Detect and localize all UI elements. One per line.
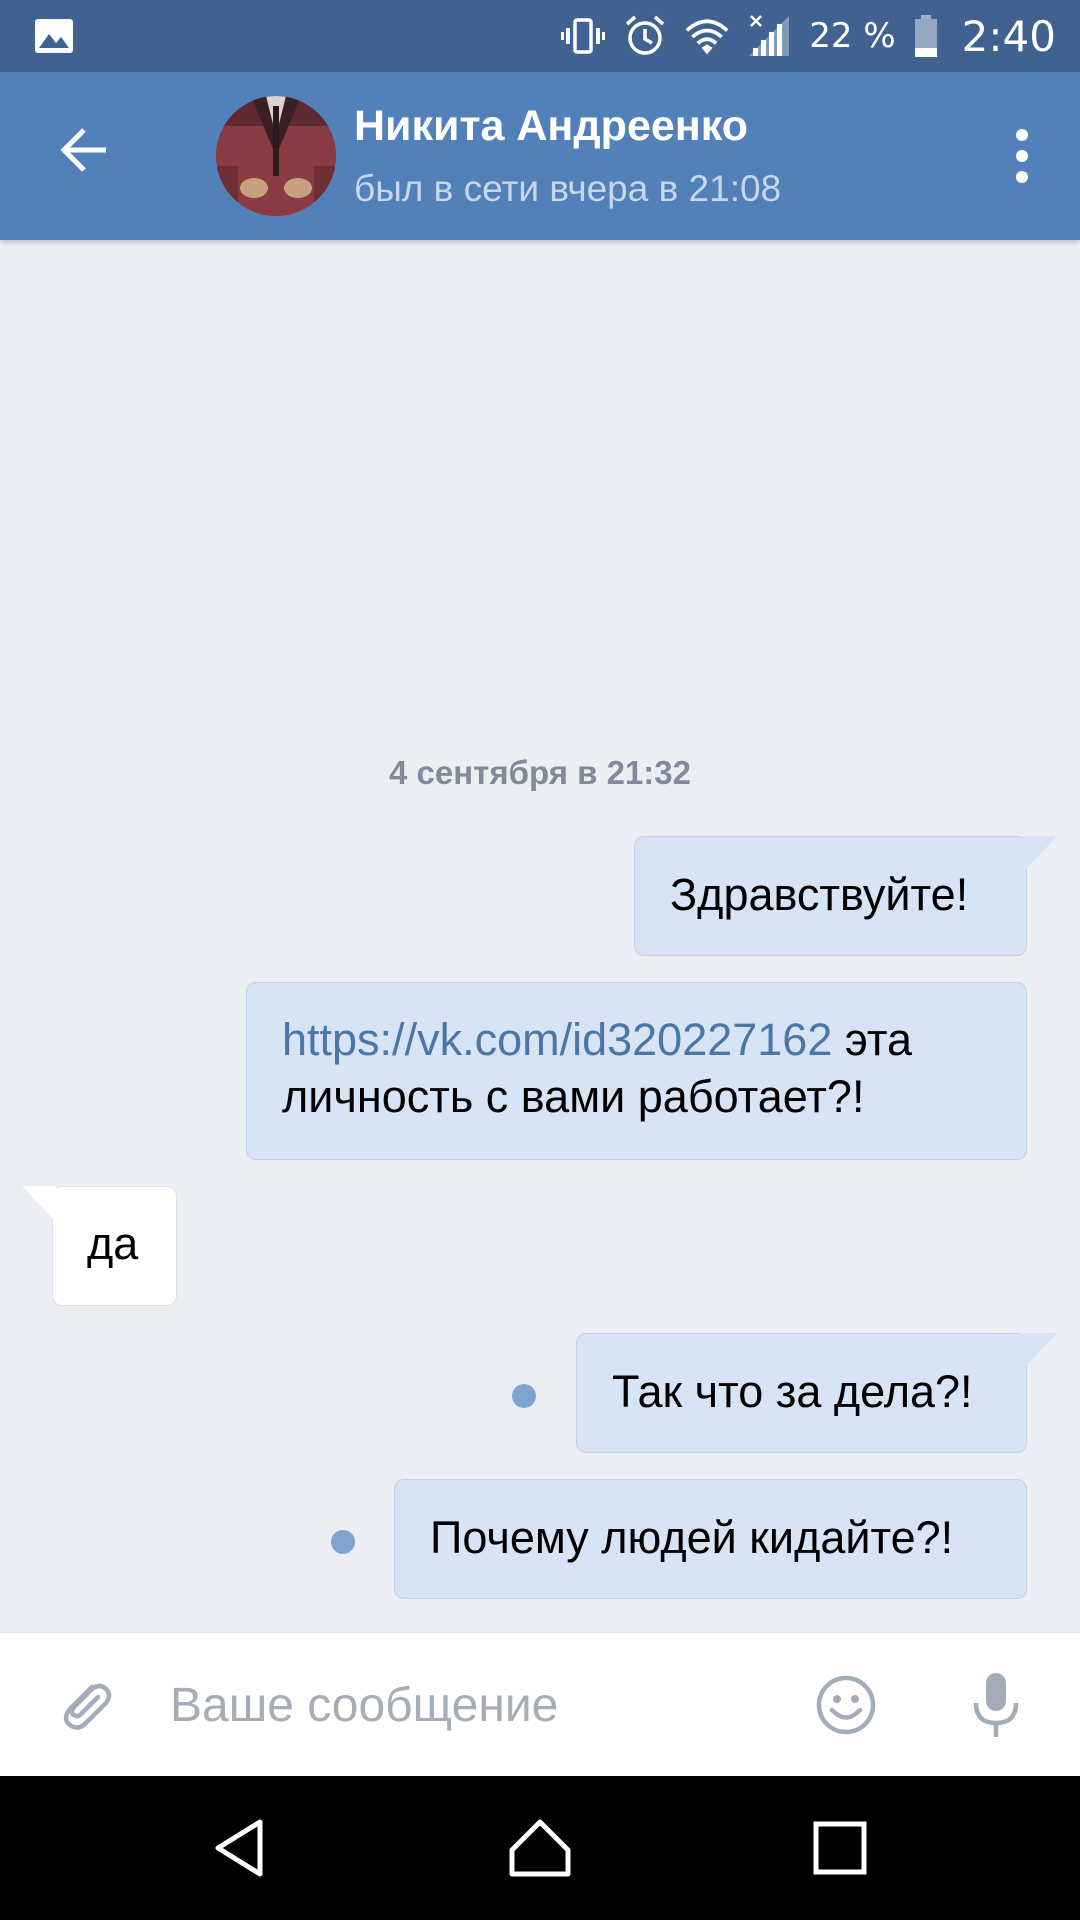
bubble-tail — [1023, 1333, 1057, 1369]
back-triangle-icon[interactable] — [208, 1816, 272, 1880]
message-text: Так что за дела?! — [612, 1366, 973, 1417]
arrow-left-icon — [60, 128, 106, 172]
message-bubble-outgoing[interactable]: https://vk.com/id320227162 эта личность … — [246, 982, 1027, 1160]
message-bubble-outgoing[interactable]: Так что за дела?! — [576, 1333, 1057, 1453]
unread-indicator — [331, 1530, 355, 1554]
date-divider: 4 сентября в 21:32 — [389, 754, 691, 791]
system-navigation-bar — [0, 1776, 1080, 1920]
battery-percent: 22 % — [809, 16, 896, 56]
contact-last-seen: был в сети вчера в 21:08 — [354, 168, 782, 209]
message-bubble-outgoing[interactable]: Здравствуйте! — [634, 836, 1057, 956]
bubble-tail — [22, 1186, 56, 1222]
message-composer — [0, 1632, 1080, 1776]
home-icon[interactable] — [508, 1816, 572, 1880]
paperclip-icon[interactable] — [52, 1673, 116, 1737]
avatar-photo — [216, 96, 336, 216]
message-bubble-incoming[interactable]: да — [22, 1186, 177, 1306]
more-vertical-icon — [1016, 129, 1028, 141]
message-text-line: https://vk.com/id320227162 эта — [282, 1014, 912, 1065]
emoji-icon[interactable] — [814, 1673, 878, 1737]
microphone-icon[interactable] — [966, 1669, 1026, 1741]
more-options-button[interactable] — [990, 116, 1054, 196]
signal-icon — [749, 15, 790, 56]
wifi-icon — [685, 19, 729, 55]
alarm-icon — [626, 15, 665, 55]
vibrate-icon — [561, 18, 606, 54]
status-icons: 22 % 2:40 — [561, 0, 1056, 72]
gallery-icon — [35, 19, 73, 53]
message-bubble-outgoing[interactable]: Почему людей кидайте?! — [394, 1479, 1027, 1599]
message-link[interactable]: https://vk.com/id320227162 — [282, 1014, 832, 1065]
chat-header: Никита Андреенко был в сети вчера в 21:0… — [0, 72, 1080, 240]
unread-indicator — [512, 1384, 536, 1408]
back-button[interactable] — [44, 108, 124, 192]
status-bar: 22 % 2:40 — [0, 0, 1080, 72]
message-text: Почему людей кидайте?! — [430, 1512, 954, 1563]
message-text: Здравствуйте! — [670, 869, 969, 920]
contact-name[interactable]: Никита Андреенко — [354, 102, 748, 151]
message-text: да — [87, 1218, 139, 1269]
clock: 2:40 — [961, 11, 1056, 61]
recents-icon[interactable] — [808, 1816, 872, 1880]
contact-avatar[interactable] — [216, 96, 336, 216]
bubble-tail — [1023, 836, 1057, 872]
battery-icon — [914, 15, 937, 57]
message-input[interactable] — [170, 1661, 790, 1749]
message-text-line: личность с вами работает?! — [282, 1071, 865, 1122]
